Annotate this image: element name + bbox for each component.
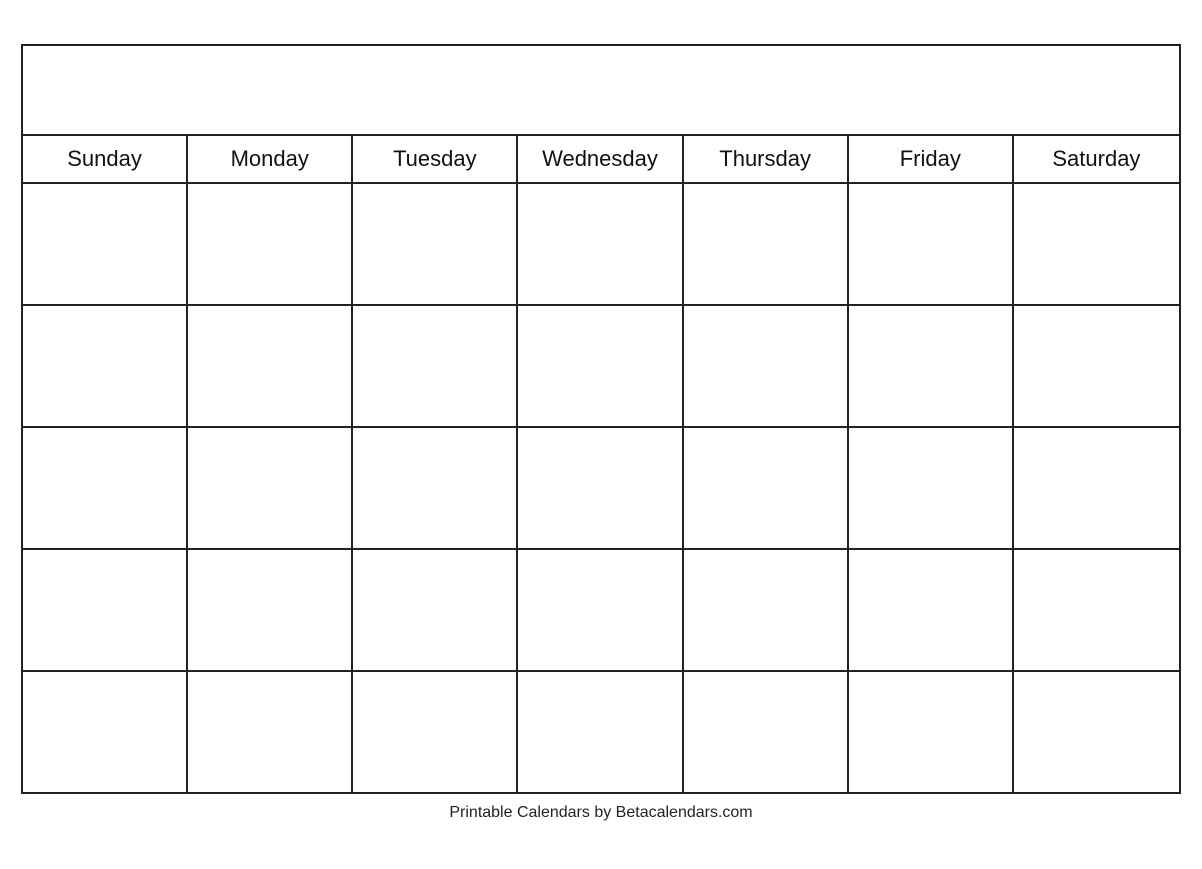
cell-r1-c1 xyxy=(23,184,188,304)
header-saturday: Saturday xyxy=(1014,136,1179,182)
cell-r4-c2 xyxy=(188,550,353,670)
cell-r3-c1 xyxy=(23,428,188,548)
header-tuesday: Tuesday xyxy=(353,136,518,182)
cell-r2-c5 xyxy=(684,306,849,426)
cell-r1-c7 xyxy=(1014,184,1179,304)
header-monday: Monday xyxy=(188,136,353,182)
header-wednesday: Wednesday xyxy=(518,136,683,182)
calendar-title-row xyxy=(23,46,1179,136)
cell-r1-c2 xyxy=(188,184,353,304)
cell-r5-c1 xyxy=(23,672,188,792)
cell-r3-c3 xyxy=(353,428,518,548)
cell-r3-c6 xyxy=(849,428,1014,548)
cell-r4-c6 xyxy=(849,550,1014,670)
cell-r3-c4 xyxy=(518,428,683,548)
cell-r4-c7 xyxy=(1014,550,1179,670)
cell-r5-c5 xyxy=(684,672,849,792)
cell-r1-c4 xyxy=(518,184,683,304)
header-thursday: Thursday xyxy=(684,136,849,182)
cell-r2-c3 xyxy=(353,306,518,426)
cell-r1-c6 xyxy=(849,184,1014,304)
calendar-container: Sunday Monday Tuesday Wednesday Thursday… xyxy=(21,44,1181,794)
cell-r3-c2 xyxy=(188,428,353,548)
cell-r4-c3 xyxy=(353,550,518,670)
calendar-header-row: Sunday Monday Tuesday Wednesday Thursday… xyxy=(23,136,1179,184)
calendar-row-1 xyxy=(23,184,1179,306)
calendar-row-4 xyxy=(23,550,1179,672)
header-friday: Friday xyxy=(849,136,1014,182)
cell-r5-c2 xyxy=(188,672,353,792)
calendar-body xyxy=(23,184,1179,792)
cell-r3-c5 xyxy=(684,428,849,548)
cell-r5-c4 xyxy=(518,672,683,792)
cell-r3-c7 xyxy=(1014,428,1179,548)
calendar-row-5 xyxy=(23,672,1179,792)
cell-r5-c6 xyxy=(849,672,1014,792)
cell-r5-c7 xyxy=(1014,672,1179,792)
cell-r2-c2 xyxy=(188,306,353,426)
cell-r4-c4 xyxy=(518,550,683,670)
calendar-wrapper: Sunday Monday Tuesday Wednesday Thursday… xyxy=(21,44,1181,826)
cell-r1-c5 xyxy=(684,184,849,304)
calendar-footer: Printable Calendars by Betacalendars.com xyxy=(21,794,1181,826)
header-sunday: Sunday xyxy=(23,136,188,182)
cell-r1-c3 xyxy=(353,184,518,304)
cell-r4-c1 xyxy=(23,550,188,670)
cell-r2-c6 xyxy=(849,306,1014,426)
cell-r2-c1 xyxy=(23,306,188,426)
cell-r5-c3 xyxy=(353,672,518,792)
calendar-row-2 xyxy=(23,306,1179,428)
cell-r2-c4 xyxy=(518,306,683,426)
calendar-row-3 xyxy=(23,428,1179,550)
cell-r4-c5 xyxy=(684,550,849,670)
cell-r2-c7 xyxy=(1014,306,1179,426)
